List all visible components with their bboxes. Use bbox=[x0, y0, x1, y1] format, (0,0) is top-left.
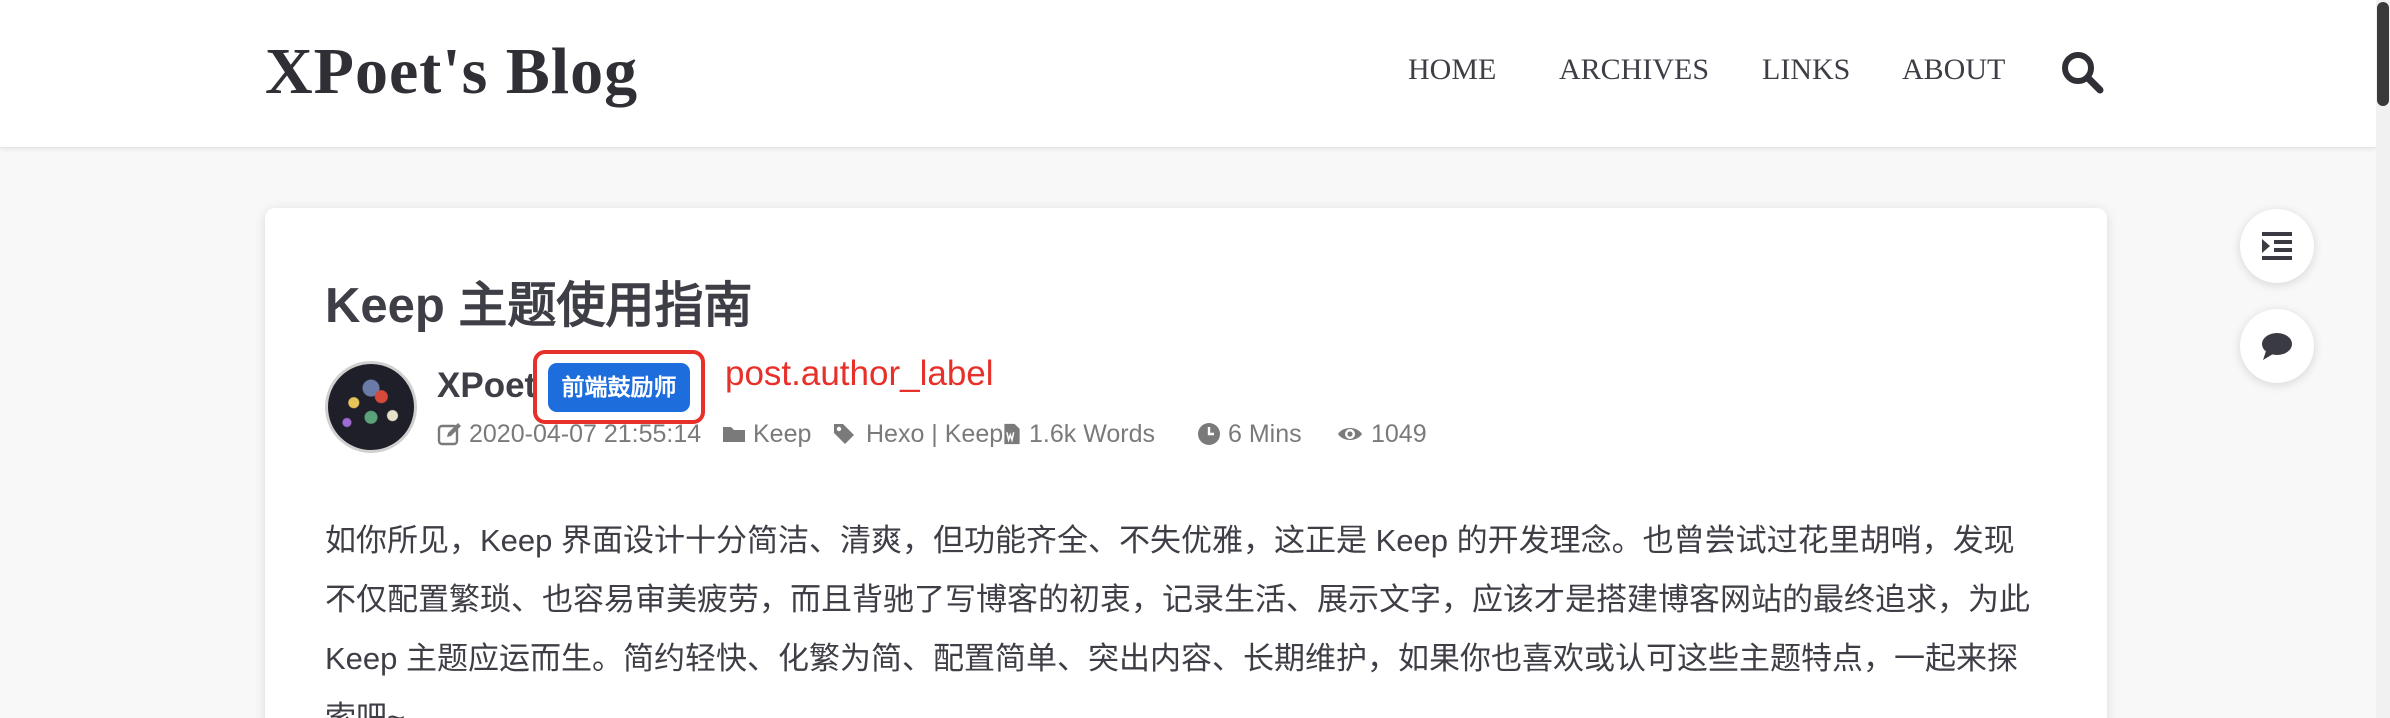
author-avatar bbox=[325, 361, 417, 453]
site-header: XPoet's Blog HOME ARCHIVES LINKS ABOUT bbox=[0, 0, 2376, 148]
page-scrollbar[interactable] bbox=[2376, 0, 2390, 718]
post-category[interactable]: Keep bbox=[721, 417, 811, 451]
comment-button[interactable] bbox=[2240, 309, 2314, 383]
post-views-text: 1049 bbox=[1371, 419, 1427, 448]
nav-about[interactable]: ABOUT bbox=[1902, 53, 2005, 87]
site-title[interactable]: XPoet's Blog bbox=[265, 34, 638, 110]
toc-button[interactable] bbox=[2240, 209, 2314, 283]
author-label-badge: 前端鼓励师 bbox=[548, 363, 690, 412]
annotation-text: post.author_label bbox=[725, 354, 994, 393]
comment-icon bbox=[2262, 333, 2292, 360]
post-excerpt: 如你所见，Keep 界面设计十分简洁、清爽，但功能齐全、不失优雅，这正是 Kee… bbox=[325, 523, 2030, 718]
post-category-text[interactable]: Keep bbox=[753, 420, 811, 449]
nav-links[interactable]: LINKS bbox=[1762, 53, 1850, 87]
post-read-time: 6 Mins bbox=[1196, 417, 1302, 451]
post-read-time-text: 6 Mins bbox=[1228, 419, 1302, 448]
tags-icon bbox=[834, 424, 854, 444]
post-tags[interactable]: Hexo | Keep bbox=[830, 417, 1003, 451]
search-icon bbox=[2062, 52, 2104, 94]
post-date-text: 2020-04-07 21:55:14 bbox=[469, 419, 702, 448]
word-file-icon bbox=[1004, 423, 1020, 445]
post-card: Keep 主题使用指南 XPoet 前端鼓励师 post.author_labe… bbox=[265, 208, 2107, 718]
clock-icon bbox=[1198, 423, 1220, 445]
author-name: XPoet bbox=[437, 366, 537, 405]
scrollbar-thumb[interactable] bbox=[2377, 2, 2389, 106]
post-title[interactable]: Keep 主题使用指南 bbox=[325, 266, 752, 337]
post-word-count-text: 1.6k Words bbox=[1029, 419, 1155, 448]
post-date: 2020-04-07 21:55:14 bbox=[437, 417, 701, 451]
nav-archives[interactable]: ARCHIVES bbox=[1559, 53, 1709, 87]
post-views: 1049 bbox=[1335, 417, 1427, 451]
eye-icon bbox=[1338, 428, 1362, 440]
folder-icon bbox=[723, 427, 745, 442]
edit-icon bbox=[437, 423, 461, 446]
post-tags-text[interactable]: Hexo | Keep bbox=[866, 420, 1003, 449]
toc-icon bbox=[2262, 232, 2292, 260]
search-button[interactable] bbox=[2058, 48, 2106, 96]
nav-home[interactable]: HOME bbox=[1408, 53, 1496, 87]
post-word-count: 1.6k Words bbox=[1001, 417, 1155, 451]
